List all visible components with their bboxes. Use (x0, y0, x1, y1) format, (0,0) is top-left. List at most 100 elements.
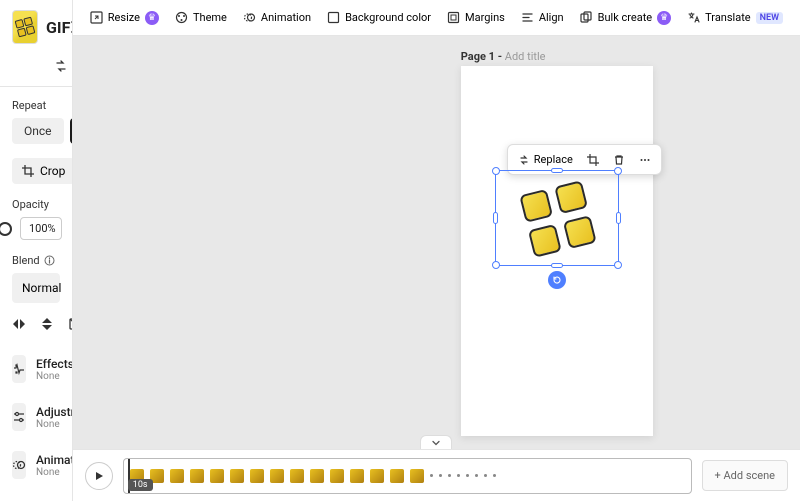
blend-value: Normal (22, 281, 61, 295)
replace-button[interactable]: Replace (512, 149, 579, 170)
animation-icon (243, 11, 256, 24)
translate-icon (687, 11, 700, 24)
frame[interactable] (270, 469, 284, 483)
frame[interactable] (370, 469, 384, 483)
effects-icon (12, 362, 26, 376)
timeline: 10s + Add scene (73, 449, 800, 501)
flip-horizontal-button[interactable] (12, 317, 26, 331)
bulk-icon (580, 11, 593, 24)
animation-title: Animation (36, 453, 73, 467)
sidebar-title: GIF (46, 18, 70, 37)
adjustments-icon (12, 410, 26, 424)
new-badge: NEW (756, 12, 783, 24)
frame[interactable] (210, 469, 224, 483)
adjustments-title: Adjustments (36, 405, 73, 419)
frame[interactable] (250, 469, 264, 483)
swap-button[interactable] (54, 54, 68, 78)
rotate-handle[interactable] (548, 271, 566, 289)
align-icon (521, 11, 534, 24)
flip-v-icon (40, 317, 54, 331)
frame[interactable] (230, 469, 244, 483)
gif-thumbnail (12, 10, 38, 44)
swap-icon (54, 59, 68, 73)
crop-label: Crop (40, 164, 65, 178)
trash-icon (613, 154, 625, 166)
resize-handle-bl[interactable] (492, 261, 500, 269)
resize-handle-tr[interactable] (614, 167, 622, 175)
opacity-section: Opacity 100% (0, 198, 72, 254)
selected-gif[interactable] (509, 171, 606, 268)
margins-button[interactable]: Margins (440, 7, 512, 28)
frame[interactable] (190, 469, 204, 483)
info-icon (44, 255, 55, 266)
frame[interactable] (310, 469, 324, 483)
properties-sidebar: GIF Repeat Once Loop Crop Opacity (0, 0, 73, 501)
resize-handle-mt[interactable] (551, 168, 563, 173)
more-icon (639, 154, 651, 166)
page-label[interactable]: Page 1 - Add title (461, 50, 546, 63)
theme-icon (175, 11, 188, 24)
resize-handle-mb[interactable] (551, 263, 563, 268)
adjustments-row[interactable]: AdjustmentsNone (0, 393, 72, 441)
opacity-value[interactable]: 100% (20, 217, 62, 240)
duration-badge: 10s (128, 479, 153, 491)
flip-vertical-button[interactable] (40, 317, 54, 331)
animation-button[interactable]: Animation (236, 7, 318, 28)
selection-box[interactable] (495, 170, 619, 266)
top-toolbar: Resize♛ Theme Animation Background color… (73, 0, 800, 36)
play-icon (94, 471, 104, 481)
flip-h-icon (12, 317, 26, 331)
crop-icon (587, 154, 599, 166)
effects-row[interactable]: EffectsNone (0, 345, 72, 393)
align-button[interactable]: Align (514, 7, 571, 28)
effects-title: Effects (36, 357, 73, 371)
sidebar-header: GIF (0, 0, 72, 54)
resize-handle-mr[interactable] (616, 212, 621, 224)
resize-handle-br[interactable] (614, 261, 622, 269)
add-scene-button[interactable]: + Add scene (702, 460, 788, 491)
frame[interactable] (410, 469, 424, 483)
play-button[interactable] (85, 462, 113, 490)
crop-icon (22, 165, 34, 177)
opacity-label: Opacity (12, 198, 60, 211)
frame[interactable] (390, 469, 404, 483)
animation-icon (12, 458, 26, 472)
bgcolor-button[interactable]: Background color (320, 7, 438, 28)
main-area: Resize♛ Theme Animation Background color… (73, 0, 800, 501)
frames-track[interactable]: 10s (123, 458, 692, 494)
chevron-down-icon (431, 438, 441, 448)
rotate-icon (552, 275, 562, 285)
resize-handle-tl[interactable] (492, 167, 500, 175)
bulk-create-button[interactable]: Bulk create♛ (573, 7, 679, 29)
repeat-section: Repeat Once Loop (0, 99, 72, 158)
crop-button[interactable]: Crop (12, 158, 73, 184)
blend-section: Blend Normal (0, 254, 72, 317)
resize-button[interactable]: Resize♛ (83, 7, 166, 29)
premium-badge: ♛ (657, 11, 671, 25)
effects-sub: None (36, 371, 73, 382)
resize-handle-ml[interactable] (493, 212, 498, 224)
frame[interactable] (170, 469, 184, 483)
frame[interactable] (330, 469, 344, 483)
blend-select[interactable]: Normal (12, 273, 60, 303)
sel-crop-button[interactable] (581, 150, 605, 170)
adjustments-sub: None (36, 419, 73, 430)
bgcolor-icon (327, 11, 340, 24)
repeat-once-button[interactable]: Once (12, 118, 64, 144)
collapse-timeline-button[interactable] (420, 435, 452, 449)
animation-sub: None (36, 467, 73, 478)
premium-badge: ♛ (145, 11, 159, 25)
repeat-label: Repeat (12, 99, 60, 112)
translate-button[interactable]: TranslateNEW (680, 7, 790, 28)
canvas[interactable]: Page 1 - Add title Replace (73, 36, 800, 449)
theme-button[interactable]: Theme (168, 7, 234, 28)
frame[interactable] (350, 469, 364, 483)
blend-label: Blend (12, 254, 60, 267)
margins-icon (447, 11, 460, 24)
replace-icon (518, 154, 530, 166)
repeat-toggle: Once Loop (12, 118, 60, 144)
more-button[interactable] (633, 150, 657, 170)
resize-icon (90, 11, 103, 24)
animation-row[interactable]: AnimationNone (0, 441, 72, 489)
frame[interactable] (290, 469, 304, 483)
